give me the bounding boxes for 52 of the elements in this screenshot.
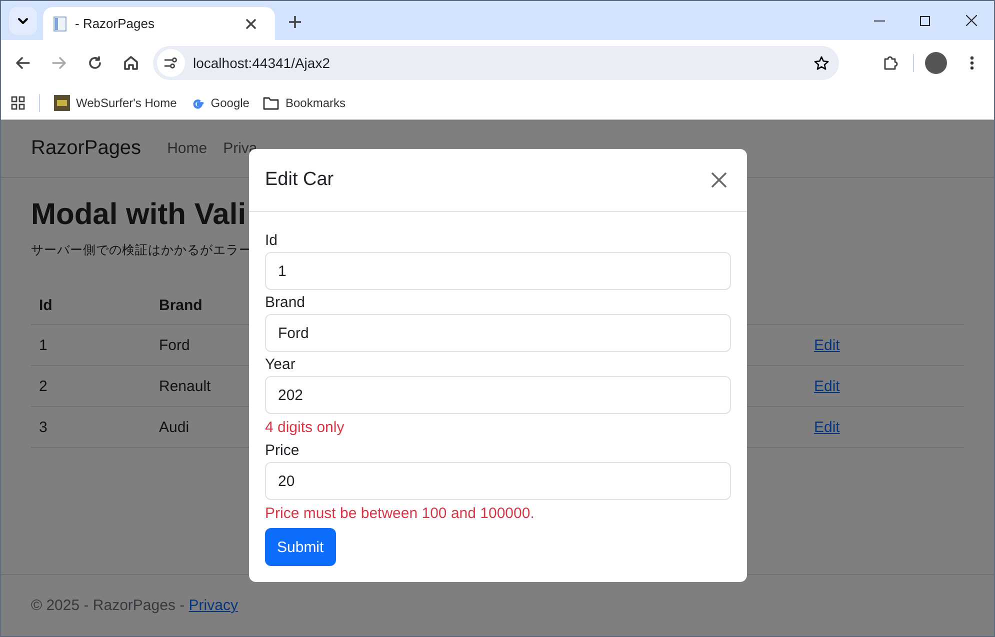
table-cell: 2 — [39, 378, 48, 394]
table-cell: Audi — [159, 418, 190, 436]
field-label: Brand — [265, 293, 306, 313]
chevron-down-icon — [17, 17, 29, 25]
url-text: localhost:44341/Ajax2 — [193, 55, 331, 71]
avatar-icon — [925, 52, 947, 74]
folder-icon — [263, 96, 280, 110]
home-icon — [124, 56, 138, 70]
forward-arrow-icon — [52, 56, 66, 70]
column-header: Brand — [159, 297, 202, 314]
dialog-title: Edit Car — [265, 169, 334, 191]
apps-grid-icon[interactable] — [11, 96, 25, 110]
tab-title: - RazorPages — [75, 16, 156, 31]
bookmark-item[interactable]: Google — [190, 96, 250, 110]
footer-text: © 2025 - RazorPages - — [31, 597, 186, 614]
site-info-button[interactable] — [157, 49, 185, 77]
table-cell: 3 — [39, 418, 48, 436]
sliders-icon — [164, 57, 178, 69]
input-field[interactable]: 202 — [265, 376, 731, 414]
maximize-icon — [920, 16, 930, 26]
close-icon — [966, 15, 976, 26]
validation-error: Price must be between 100 and 100000. — [265, 504, 536, 524]
plus-icon — [289, 16, 301, 28]
page-heading: Modal with Vali — [31, 198, 248, 232]
puzzle-icon — [883, 55, 899, 71]
close-icon — [711, 172, 727, 188]
address-bar[interactable]: localhost:44341/Ajax2 — [153, 46, 839, 80]
close-icon — [246, 18, 256, 28]
input-field[interactable]: 20 — [265, 462, 731, 500]
site-brand[interactable]: RazorPages — [31, 137, 142, 160]
submit-button[interactable]: Submit — [265, 528, 336, 566]
field-label: Price — [265, 441, 300, 461]
table-cell: Renault — [159, 378, 211, 394]
bookmark-item[interactable]: WebSurfer's Home — [54, 94, 177, 110]
reload-icon — [88, 56, 102, 70]
input-field[interactable]: 1 — [265, 252, 731, 290]
document-icon — [53, 16, 67, 32]
star-icon[interactable] — [814, 56, 829, 70]
back-arrow-icon — [16, 56, 30, 70]
input-field[interactable]: Ford — [265, 314, 731, 352]
field-label: Year — [265, 355, 296, 375]
bookmark-item[interactable]: Bookmarks — [263, 96, 346, 110]
table-cell: 1 — [39, 336, 48, 354]
tab-search-button[interactable] — [9, 7, 37, 35]
menu-icon — [970, 56, 974, 70]
table-cell: Ford — [159, 336, 190, 354]
field-label: Id — [265, 231, 279, 251]
column-header: Id — [39, 297, 52, 314]
validation-error: 4 digits only — [265, 418, 346, 438]
site-icon — [54, 94, 70, 110]
minimize-icon — [874, 20, 884, 22]
browser-tab[interactable]: - RazorPages — [43, 7, 275, 40]
